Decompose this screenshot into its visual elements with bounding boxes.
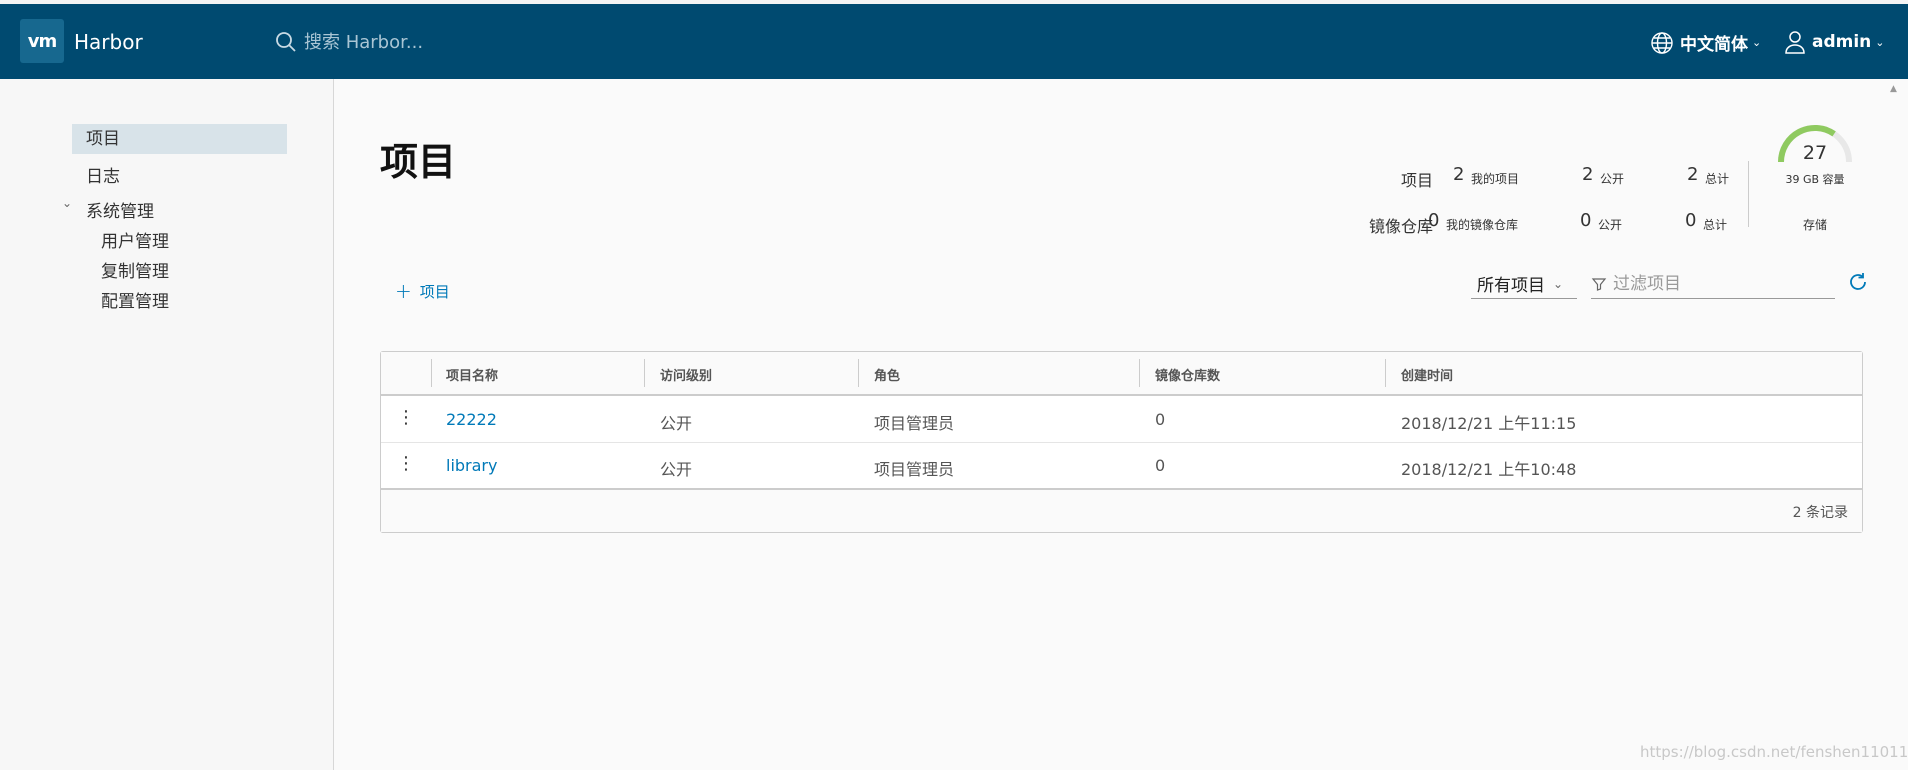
access-level: 公开 [660, 414, 693, 433]
sidebar-item-projects[interactable]: 项目 [72, 124, 287, 154]
filter-icon [1591, 277, 1607, 291]
column-header-access[interactable]: 访问级别 [660, 365, 712, 384]
top-header: vm Harbor 中文简体 ⌄ admin ⌄ [0, 4, 1908, 79]
language-label: 中文简体 [1680, 35, 1748, 55]
add-project-label: 项目 [419, 282, 450, 301]
project-name-link[interactable]: library [446, 456, 497, 475]
sidebar-item-administration[interactable]: 系统管理 [86, 197, 154, 222]
project-name-link[interactable]: 22222 [446, 410, 497, 429]
app-title[interactable]: Harbor [74, 30, 143, 54]
projects-table: 项目名称 访问级别 角色 镜像仓库数 创建时间 ⋮ 22222 公开 项目管理员… [380, 351, 1863, 533]
table-row: ⋮ 22222 公开 项目管理员 0 2018/12/21 上午11:15 [381, 397, 1862, 443]
column-header-created[interactable]: 创建时间 [1401, 365, 1453, 384]
globe-icon [1651, 31, 1673, 54]
stat-projects-total-label: 总计 [1705, 172, 1730, 186]
row-actions-icon[interactable]: ⋮ [397, 455, 415, 473]
column-separator [431, 359, 432, 387]
table-footer: 2 条记录 [381, 488, 1862, 532]
stat-projects-mine-label: 我的项目 [1471, 172, 1520, 186]
sidebar-item-replication[interactable]: 复制管理 [101, 257, 169, 282]
search-icon [276, 32, 296, 52]
chevron-down-icon: ⌄ [1752, 36, 1762, 49]
user-icon [1785, 31, 1805, 54]
stat-repos-public: 0 [1580, 210, 1592, 231]
project-scope-value: 所有项目 [1477, 276, 1545, 296]
main-content: 项目 项目 镜像仓库 2 我的项目 2 公开 2 总计 0 我的镜像仓库 0 公… [335, 79, 1908, 770]
table-header: 项目名称 访问级别 角色 镜像仓库数 创建时间 [381, 352, 1862, 396]
sidebar: 项目 日志 ⌄ 系统管理 用户管理 复制管理 配置管理 [0, 79, 334, 770]
role: 项目管理员 [874, 460, 955, 479]
column-separator [858, 359, 859, 387]
creation-time: 2018/12/21 上午10:48 [1401, 460, 1577, 479]
stat-projects-public-label: 公开 [1600, 172, 1625, 186]
column-header-repo-count[interactable]: 镜像仓库数 [1155, 365, 1220, 384]
username: admin [1812, 32, 1872, 52]
creation-time: 2018/12/21 上午11:15 [1401, 414, 1577, 433]
stat-repos-total-label: 总计 [1703, 218, 1728, 232]
column-header-name[interactable]: 项目名称 [446, 365, 498, 384]
chevron-down-icon: ⌄ [1875, 35, 1885, 49]
table-row: ⋮ library 公开 项目管理员 0 2018/12/21 上午10:48 [381, 443, 1862, 489]
user-menu[interactable]: admin ⌄ [1784, 30, 1885, 54]
scroll-up-arrow-icon[interactable]: ▲ [1890, 84, 1897, 94]
repo-count: 0 [1155, 456, 1166, 475]
row-actions-icon[interactable]: ⋮ [397, 409, 415, 427]
sidebar-item-users[interactable]: 用户管理 [101, 227, 169, 252]
refresh-icon[interactable] [1847, 271, 1869, 293]
filter-input[interactable] [1613, 273, 1833, 294]
stat-projects-mine: 2 [1453, 164, 1465, 185]
stat-projects-label: 项目 [1400, 171, 1433, 190]
sidebar-item-logs[interactable]: 日志 [86, 162, 120, 187]
column-separator [1139, 359, 1140, 387]
stat-repos-public-label: 公开 [1598, 218, 1623, 232]
storage-label: 存储 [1802, 218, 1827, 232]
stat-projects-total: 2 [1687, 164, 1699, 185]
storage-value: 27 [1802, 142, 1828, 164]
stat-repos-total: 0 [1685, 210, 1697, 231]
vmware-logo[interactable]: vm [20, 19, 64, 63]
stat-repos-label: 镜像仓库 [1368, 217, 1433, 236]
role: 项目管理员 [874, 414, 955, 433]
plus-icon: + [395, 279, 412, 303]
column-separator [644, 359, 645, 387]
page-title: 项目 [380, 140, 457, 184]
add-project-button[interactable]: + 项目 [395, 279, 450, 303]
access-level: 公开 [660, 460, 693, 479]
language-switcher[interactable]: 中文简体 ⌄ [1650, 30, 1761, 55]
repo-count: 0 [1155, 410, 1166, 429]
watermark: https://blog.csdn.net/fenshen110119 [1640, 743, 1908, 761]
column-header-role[interactable]: 角色 [874, 365, 900, 384]
chevron-down-icon: ⌄ [1553, 276, 1564, 291]
stat-repos-mine: 0 [1428, 210, 1440, 231]
search-input[interactable] [304, 31, 584, 53]
column-separator [1385, 359, 1386, 387]
stat-projects-public: 2 [1582, 164, 1594, 185]
global-search[interactable] [274, 26, 604, 58]
stats-divider [1748, 161, 1749, 227]
record-count: 2 条记录 [1792, 505, 1848, 521]
storage-capacity: 39 GB 容量 [1785, 173, 1845, 186]
chevron-down-icon[interactable]: ⌄ [62, 196, 72, 210]
stat-repos-mine-label: 我的镜像仓库 [1446, 218, 1519, 232]
filter-field[interactable] [1591, 269, 1835, 299]
sidebar-item-configuration[interactable]: 配置管理 [101, 287, 169, 312]
project-scope-select[interactable]: 所有项目 ⌄ [1471, 269, 1577, 299]
